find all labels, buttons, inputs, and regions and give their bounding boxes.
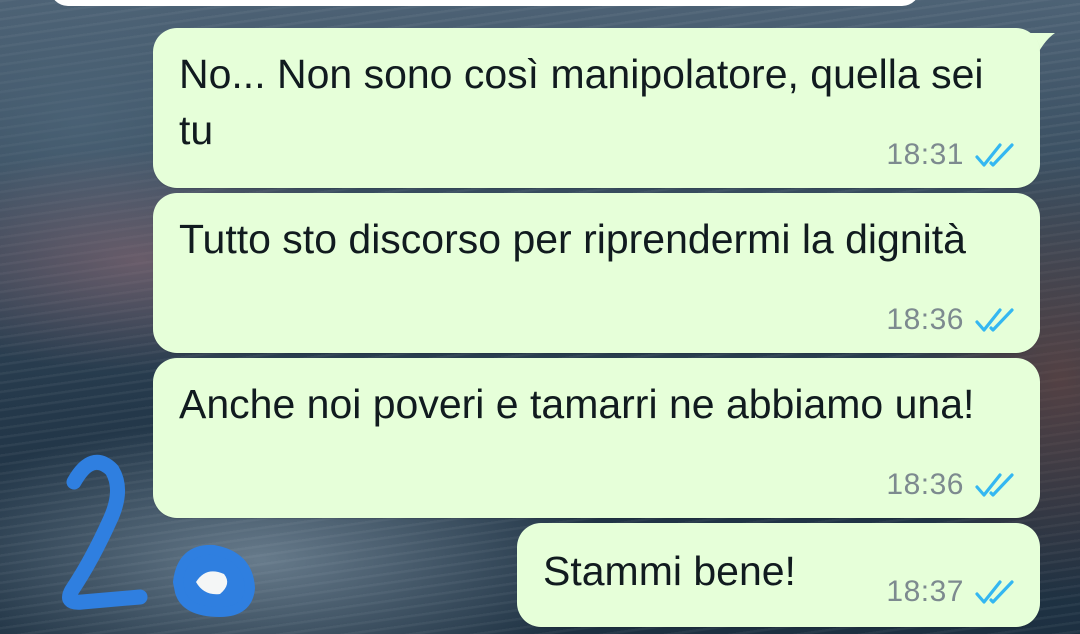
message-time: 18:31 [886,138,964,171]
message-time: 18:36 [886,303,964,336]
message-bubble[interactable]: Anche noi poveri e tamarri ne abbiamo un… [153,358,1040,518]
message-time: 18:36 [886,468,964,501]
message-text: Tutto sto discorso per riprendermi la di… [179,216,966,262]
double-check-icon [975,143,1014,167]
message-text: Anche noi poveri e tamarri ne abbiamo un… [179,381,975,427]
message-bubble[interactable]: No... Non sono così manipolatore, quella… [153,28,1040,188]
chat-screen: No... Non sono così manipolatore, quella… [0,0,1080,634]
message-bubble[interactable]: Stammi bene! 18:37 [517,523,1040,627]
message-time: 18:37 [886,575,964,608]
double-check-icon [975,473,1014,497]
double-check-icon [975,308,1014,332]
message-meta: 18:37 [886,575,1018,609]
message-meta: 18:36 [886,303,1018,337]
message-bubble[interactable]: Tutto sto discorso per riprendermi la di… [153,193,1040,353]
previous-message-bubble[interactable] [50,0,920,6]
double-check-icon [975,580,1014,604]
message-meta: 18:36 [886,468,1018,502]
message-meta: 18:31 [886,138,1018,172]
message-text: No... Non sono così manipolatore, quella… [179,51,984,153]
